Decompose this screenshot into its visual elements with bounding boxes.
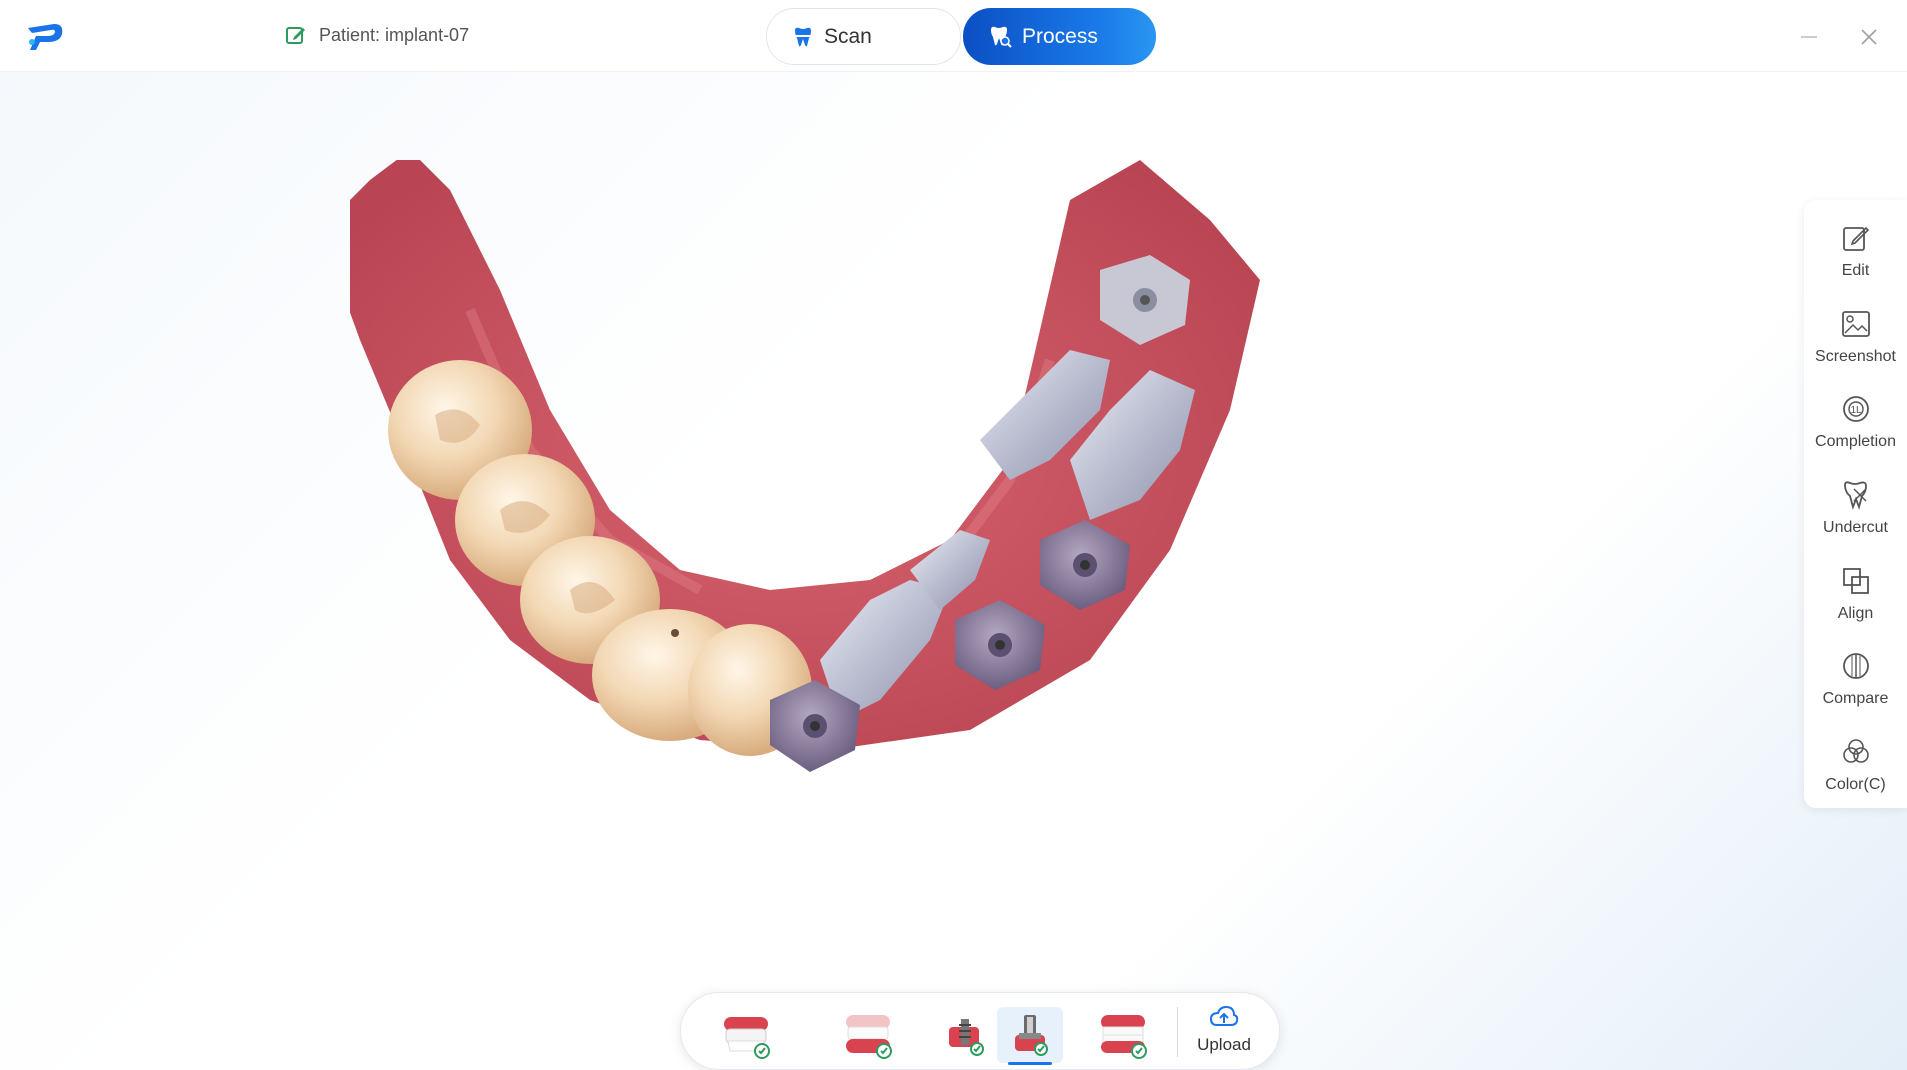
tool-completion-label: Completion bbox=[1815, 433, 1896, 451]
tool-undercut-label: Undercut bbox=[1823, 519, 1888, 537]
tooth-scan-icon bbox=[793, 27, 813, 46]
tab-process-label: Process bbox=[1022, 24, 1098, 48]
align-icon bbox=[1842, 567, 1869, 594]
upload-button[interactable]: Upload bbox=[1184, 1005, 1264, 1061]
tab-scan-label: Scan bbox=[824, 24, 872, 48]
tool-edit-label: Edit bbox=[1841, 261, 1870, 279]
scanbody-step[interactable] bbox=[997, 1007, 1063, 1065]
tool-compare-label: Compare bbox=[1822, 690, 1889, 708]
tool-screenshot[interactable]: Screenshot bbox=[1804, 294, 1907, 380]
bite-step[interactable] bbox=[1091, 1007, 1157, 1063]
color-icon bbox=[1842, 739, 1869, 763]
svg-text:1L: 1L bbox=[1850, 405, 1862, 416]
upper-jaw-icon bbox=[724, 1017, 770, 1059]
edit-patient-icon[interactable] bbox=[285, 24, 307, 46]
right-toolbar: Edit Screenshot 1L Completion Undercut A… bbox=[1804, 200, 1907, 808]
edit-icon bbox=[1842, 226, 1869, 251]
scanbody-icon bbox=[1015, 1015, 1048, 1056]
workflow-bar: Upload bbox=[680, 992, 1280, 1070]
tool-compare[interactable]: Compare bbox=[1804, 637, 1907, 723]
tool-color-label: Color(C) bbox=[1825, 776, 1886, 794]
tool-screenshot-label: Screenshot bbox=[1815, 347, 1896, 365]
close-icon[interactable] bbox=[1854, 22, 1884, 52]
title-bar: Patient: implant-07 Scan Process bbox=[0, 0, 1907, 72]
tool-undercut[interactable]: Undercut bbox=[1804, 465, 1907, 551]
tab-scan[interactable]: Scan bbox=[766, 8, 961, 65]
upload-label: Upload bbox=[1197, 1035, 1251, 1054]
patient-info[interactable]: Patient: implant-07 bbox=[285, 24, 469, 46]
mode-tabs: Scan Process bbox=[766, 8, 1156, 65]
active-step-indicator bbox=[1008, 1062, 1052, 1065]
brand-logo-icon bbox=[28, 24, 63, 50]
tooth-process-icon bbox=[991, 26, 1012, 48]
undercut-icon bbox=[1843, 481, 1867, 510]
cloud-upload-icon bbox=[1209, 1005, 1239, 1026]
tool-color[interactable]: Color(C) bbox=[1804, 722, 1907, 808]
screenshot-icon bbox=[1841, 310, 1870, 337]
upper-jaw-step[interactable] bbox=[714, 1007, 780, 1063]
toolbar-divider bbox=[1177, 1007, 1178, 1057]
lower-jaw-icon bbox=[846, 1015, 892, 1059]
implant-step[interactable] bbox=[931, 1007, 997, 1063]
jaw-3d-model[interactable] bbox=[350, 160, 1560, 940]
tab-process[interactable]: Process bbox=[963, 8, 1156, 65]
compare-icon bbox=[1842, 653, 1869, 680]
completion-icon: 1L bbox=[1842, 396, 1869, 423]
bite-icon bbox=[1101, 1015, 1147, 1059]
tool-completion[interactable]: 1L Completion bbox=[1804, 379, 1907, 465]
minimize-icon[interactable] bbox=[1794, 22, 1824, 52]
implant-icon bbox=[949, 1019, 984, 1056]
tool-align[interactable]: Align bbox=[1804, 551, 1907, 637]
patient-label: Patient: implant-07 bbox=[319, 24, 470, 45]
lower-jaw-step[interactable] bbox=[836, 1007, 902, 1063]
tool-edit[interactable]: Edit bbox=[1804, 208, 1907, 294]
tool-align-label: Align bbox=[1837, 604, 1874, 622]
